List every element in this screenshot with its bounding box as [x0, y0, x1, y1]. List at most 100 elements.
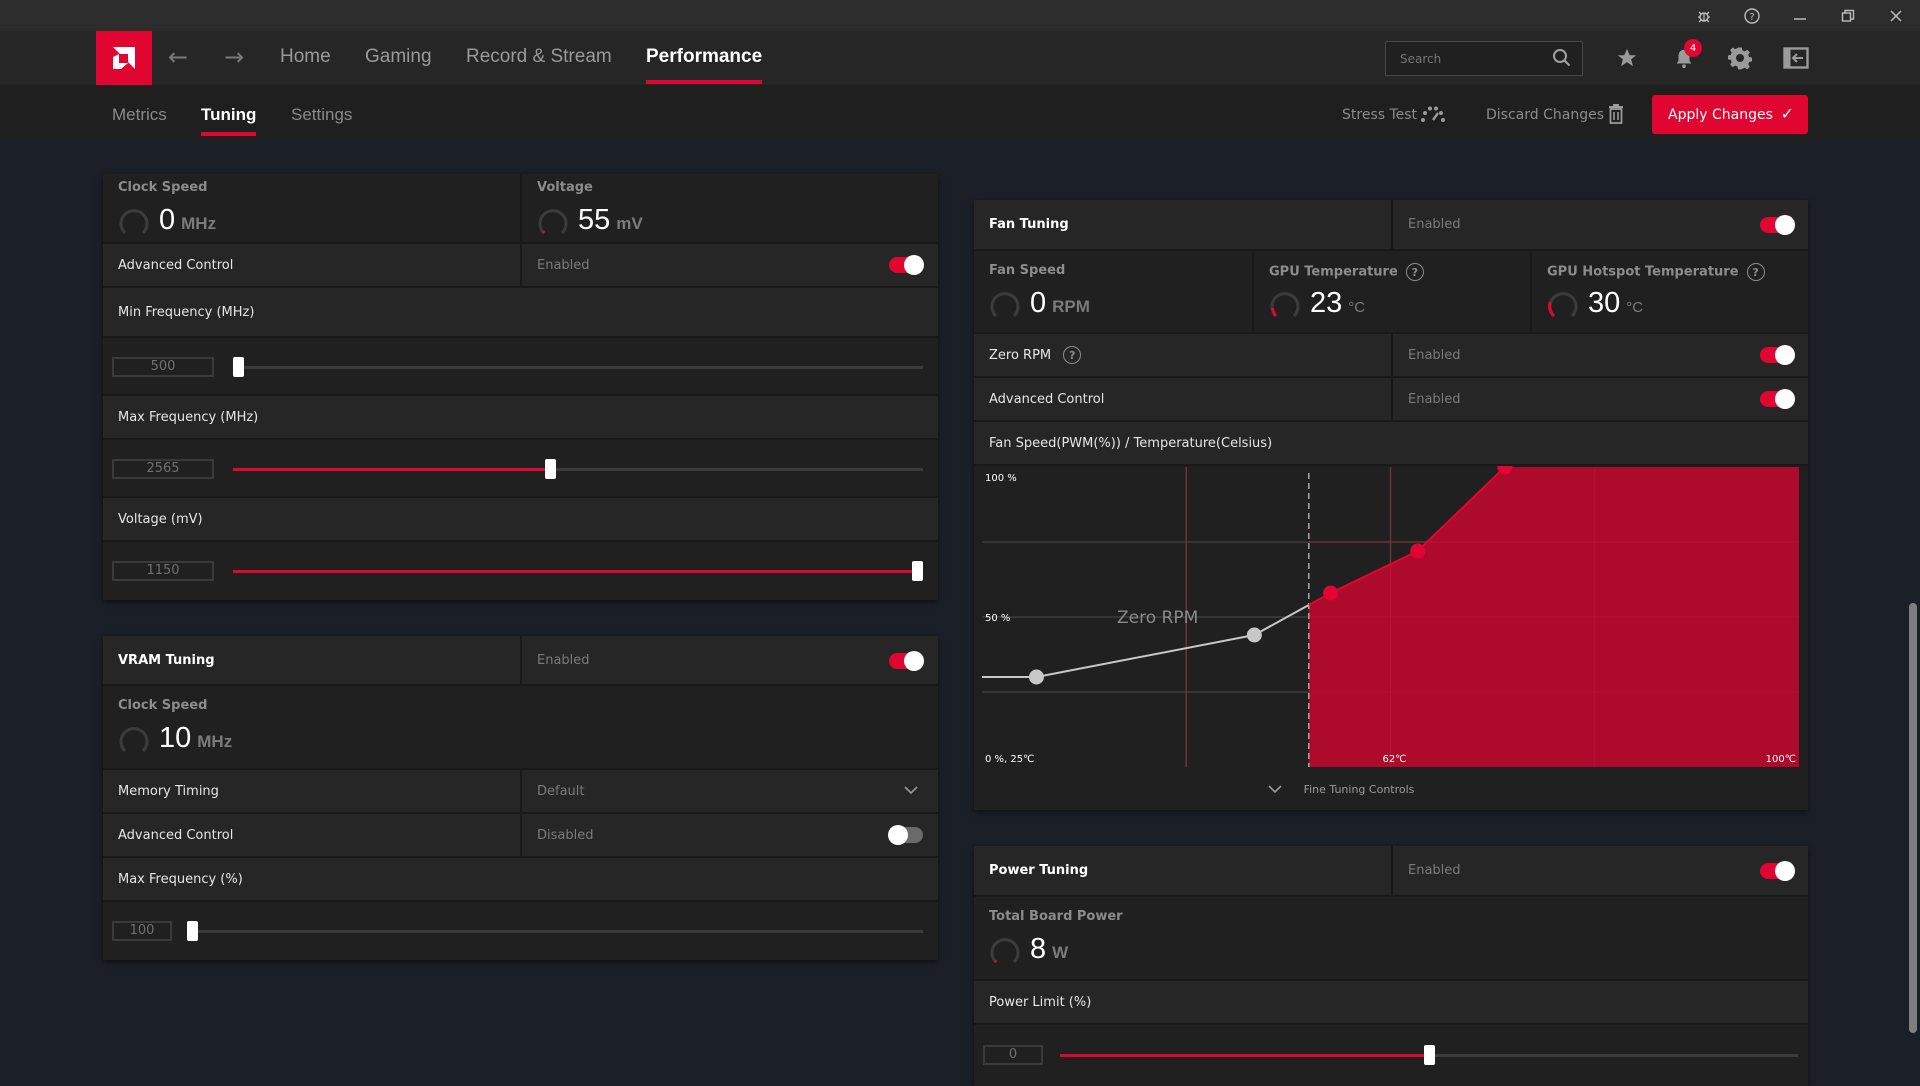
gauge-icon[interactable] — [1420, 105, 1446, 123]
bug-report-icon[interactable] — [1692, 4, 1716, 28]
voltage-mv-input[interactable]: 1150 — [112, 561, 214, 581]
power-tuning-card: Power Tuning Enabled Total Board Power 8… — [974, 846, 1808, 1086]
stress-test-button[interactable]: Stress Test — [1342, 107, 1417, 123]
vram-clock-speed-metric: Clock Speed 10 MHz — [103, 692, 520, 768]
power-header-row: Power Tuning Enabled — [974, 846, 1808, 897]
min-frequency-label-row: Min Frequency (MHz) — [103, 288, 938, 338]
slider-thumb[interactable] — [1424, 1045, 1435, 1065]
vram-advanced-control-row: Advanced Control Disabled — [103, 814, 938, 858]
search-icon[interactable] — [1552, 48, 1572, 68]
vram-tuning-toggle[interactable] — [889, 651, 924, 671]
nav-home[interactable]: Home — [280, 46, 331, 68]
fan-metrics-row: Fan Speed 0 RPM GPU Temperature? 23 °C GPU… — [974, 251, 1808, 334]
vram-metrics-row: Clock Speed 10 MHz — [103, 686, 938, 770]
fan-curve-chart-container: 100 % 50 % 0 %, 25℃ 62℃ 100℃ Zero RPM — [974, 459, 1808, 769]
power-limit-label-row: Power Limit (%) — [974, 981, 1808, 1025]
fan-advanced-control-label: Advanced Control — [989, 391, 1105, 407]
favorites-star-icon[interactable] — [1612, 43, 1642, 73]
zero-rpm-zone-label: Zero RPM — [1117, 608, 1198, 628]
curve-control-point[interactable] — [1323, 585, 1339, 601]
voltage-value: 55 mV — [578, 204, 643, 236]
y-tick-100: 100 % — [985, 473, 1017, 484]
gpu-hotspot-temperature-label: GPU Hotspot Temperature? — [1547, 263, 1765, 281]
tab-settings[interactable]: Settings — [291, 105, 352, 125]
clock-speed-gauge-icon — [119, 209, 149, 235]
vram-tuning-title: VRAM Tuning — [118, 652, 215, 668]
gpu-advanced-control-row: Advanced Control Enabled — [103, 244, 938, 288]
max-frequency-slider[interactable] — [233, 459, 923, 479]
min-frequency-input[interactable]: 500 — [112, 357, 214, 377]
amd-logo[interactable] — [96, 31, 152, 85]
vram-max-frequency-input[interactable]: 100 — [112, 921, 172, 941]
help-icon[interactable]: ? — [1063, 346, 1082, 364]
clock-speed-value: 0 MHz — [159, 204, 217, 236]
fine-tuning-controls-label: Fine Tuning Controls — [1303, 783, 1415, 796]
memory-timing-dropdown[interactable]: Default — [520, 770, 938, 812]
fan-speed-metric: Fan Speed 0 RPM — [974, 257, 1252, 332]
close-icon[interactable] — [1884, 4, 1908, 28]
nav-performance[interactable]: Performance — [646, 46, 763, 84]
slider-thumb[interactable] — [545, 459, 556, 479]
discard-changes-button[interactable]: Discard Changes — [1486, 107, 1604, 123]
curve-control-point[interactable] — [1028, 669, 1044, 685]
search-box[interactable] — [1385, 41, 1583, 76]
search-input[interactable] — [1386, 42, 1546, 75]
slider-thumb[interactable] — [233, 357, 244, 377]
vram-advanced-control-label: Advanced Control — [118, 827, 234, 843]
power-tuning-state: Enabled — [1408, 863, 1461, 878]
fan-speed-label: Fan Speed — [989, 263, 1066, 278]
minimize-icon[interactable] — [1788, 4, 1812, 28]
slider-thumb[interactable] — [187, 921, 198, 941]
fan-tuning-card: Fan Tuning Enabled Fan Speed 0 RPM GPU Te… — [974, 200, 1808, 810]
memory-timing-selected: Default — [537, 783, 585, 799]
forward-arrow-icon[interactable]: → — [224, 43, 244, 71]
fan-advanced-control-toggle[interactable] — [1760, 389, 1795, 409]
slider-thumb[interactable] — [912, 561, 923, 581]
power-tuning-title: Power Tuning — [989, 863, 1089, 878]
power-tuning-toggle[interactable] — [1760, 861, 1795, 881]
vertical-scrollbar[interactable] — [1909, 603, 1917, 1033]
sub-navigation: Metrics Tuning Settings Stress Test Disc… — [0, 85, 1920, 142]
min-frequency-label: Min Frequency (MHz) — [118, 304, 255, 320]
origin-tick: 0 %, 25℃ — [985, 754, 1034, 765]
x-tick-62: 62℃ — [1383, 754, 1407, 765]
settings-gear-icon[interactable] — [1725, 43, 1755, 73]
nav-record-stream[interactable]: Record & Stream — [466, 46, 612, 68]
trash-icon[interactable] — [1608, 104, 1624, 124]
voltage-mv-label: Voltage (mV) — [118, 511, 203, 527]
gpu-temperature-label: GPU Temperature? — [1269, 263, 1424, 281]
fine-tuning-controls-toggle[interactable]: Fine Tuning Controls — [974, 769, 1808, 810]
gpu-advanced-control-toggle[interactable] — [889, 255, 924, 275]
fan-tuning-toggle[interactable] — [1760, 215, 1795, 235]
vram-advanced-control-toggle[interactable] — [888, 825, 923, 845]
voltage-gauge-icon — [538, 209, 568, 235]
fan-tuning-title: Fan Tuning — [989, 217, 1069, 232]
apply-changes-button[interactable]: Apply Changes ✓ — [1652, 95, 1808, 134]
zero-rpm-state: Enabled — [1408, 347, 1461, 363]
vram-max-frequency-slider[interactable] — [187, 921, 923, 941]
help-icon[interactable]: ? — [1405, 263, 1424, 281]
curve-control-point[interactable] — [1410, 543, 1426, 559]
fan-curve-chart[interactable]: 100 % 50 % 0 %, 25℃ 62℃ 100℃ Zero RPM — [974, 459, 1808, 769]
help-icon[interactable]: ? — [1740, 4, 1764, 28]
curve-control-point[interactable] — [1246, 627, 1262, 643]
zero-rpm-toggle[interactable] — [1760, 345, 1795, 365]
tab-tuning[interactable]: Tuning — [201, 105, 257, 136]
power-limit-input[interactable]: 0 — [983, 1045, 1043, 1065]
voltage-mv-slider[interactable] — [233, 561, 923, 581]
fan-curve-title: Fan Speed(PWM(%)) / Temperature(Celsius) — [989, 435, 1273, 451]
sidebar-toggle-icon[interactable] — [1781, 43, 1811, 73]
clock-speed-label: Clock Speed — [118, 180, 208, 195]
min-frequency-slider[interactable] — [233, 357, 923, 377]
notification-count-badge: 4 — [1684, 39, 1702, 57]
total-board-power-label: Total Board Power — [989, 909, 1123, 924]
back-arrow-icon[interactable]: ← — [168, 43, 188, 71]
restore-icon[interactable] — [1836, 4, 1860, 28]
power-limit-slider[interactable] — [1060, 1045, 1798, 1065]
help-icon[interactable]: ? — [1746, 263, 1765, 281]
fan-tuning-state: Enabled — [1408, 217, 1461, 232]
nav-gaming[interactable]: Gaming — [365, 46, 432, 68]
max-frequency-input[interactable]: 2565 — [112, 459, 214, 479]
tab-metrics[interactable]: Metrics — [112, 105, 167, 125]
vram-header-row: VRAM Tuning Enabled — [103, 636, 938, 686]
